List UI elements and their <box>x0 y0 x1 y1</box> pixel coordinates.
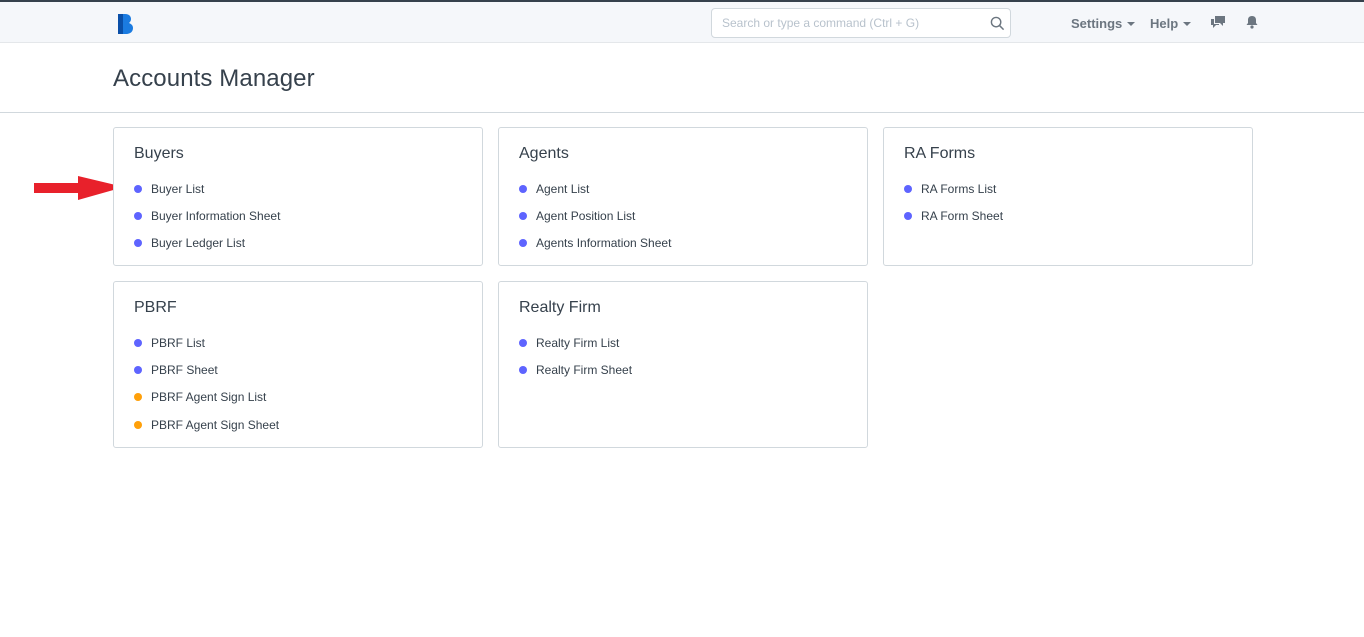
link-label: PBRF Agent Sign Sheet <box>151 417 280 432</box>
link-label: Agents Information Sheet <box>536 236 672 250</box>
link-agents-information-sheet[interactable]: Agents Information Sheet <box>519 234 671 261</box>
link-buyer-list[interactable]: Buyer List <box>134 180 280 207</box>
bell-icon[interactable] <box>1246 15 1258 29</box>
card-title: PBRF <box>134 299 177 316</box>
status-dot <box>519 366 527 374</box>
link-label: PBRF List <box>151 336 206 350</box>
card-buyers: Buyers Buyer List Buyer Information Shee… <box>113 127 483 266</box>
link-buyer-ledger-list[interactable]: Buyer Ledger List <box>134 234 280 261</box>
link-label: PBRF Sheet <box>151 363 218 377</box>
chat-icon[interactable] <box>1210 15 1226 29</box>
card-links: PBRF List PBRF Sheet PBRF Agent Sign Lis… <box>134 334 279 443</box>
card-title: RA Forms <box>904 145 976 162</box>
page-header: Accounts Manager <box>0 43 1364 113</box>
status-dot <box>134 212 142 220</box>
card-realty-firm: Realty Firm Realty Firm List Realty Firm… <box>498 281 868 448</box>
link-realty-firm-sheet[interactable]: Realty Firm Sheet <box>519 361 632 388</box>
link-label: Agent List <box>536 182 590 196</box>
status-dot <box>134 420 142 429</box>
help-dropdown[interactable]: Help <box>1150 16 1192 31</box>
link-ra-form-sheet[interactable]: RA Form Sheet <box>904 207 1003 234</box>
link-ra-forms-list[interactable]: RA Forms List <box>904 180 1003 207</box>
link-label: Realty Firm List <box>536 336 620 350</box>
status-dot <box>519 185 527 193</box>
card-title: Agents <box>519 145 569 162</box>
card-links: RA Forms List RA Form Sheet <box>904 180 1003 234</box>
status-dot <box>134 393 142 401</box>
link-label: Buyer List <box>151 182 205 196</box>
status-dot <box>904 185 912 193</box>
card-agents: Agents Agent List Agent Position List Ag… <box>498 127 868 266</box>
help-label: Help <box>1150 16 1179 31</box>
status-dot <box>904 212 912 220</box>
chevron-down-icon <box>1127 22 1136 26</box>
search-icon[interactable] <box>990 16 1005 31</box>
card-title: Realty Firm <box>519 299 601 316</box>
app-logo-icon[interactable] <box>116 13 136 35</box>
status-dot <box>519 339 527 347</box>
search-box <box>711 8 1011 38</box>
status-dot <box>519 212 527 220</box>
page-title: Accounts Manager <box>113 65 315 92</box>
link-realty-firm-list[interactable]: Realty Firm List <box>519 334 632 361</box>
link-label: RA Forms List <box>921 182 997 196</box>
settings-label: Settings <box>1071 16 1123 31</box>
link-pbrf-sheet[interactable]: PBRF Sheet <box>134 361 279 388</box>
card-title: Buyers <box>134 145 184 162</box>
link-agent-position-list[interactable]: Agent Position List <box>519 207 671 234</box>
card-pbrf: PBRF PBRF List PBRF Sheet PBRF Agent Sig… <box>113 281 483 448</box>
link-pbrf-agent-sign-sheet[interactable]: PBRF Agent Sign Sheet <box>134 415 279 443</box>
card-links: Buyer List Buyer Information Sheet Buyer… <box>134 180 280 261</box>
status-dot <box>134 366 142 374</box>
card-ra-forms: RA Forms RA Forms List RA Form Sheet <box>883 127 1253 266</box>
link-pbrf-agent-sign-list[interactable]: PBRF Agent Sign List <box>134 388 279 415</box>
link-label: Buyer Ledger List <box>151 236 246 250</box>
status-dot <box>134 239 142 247</box>
search-input[interactable] <box>712 9 982 37</box>
link-label: RA Form Sheet <box>921 209 1004 223</box>
link-label: PBRF Agent Sign List <box>151 390 267 404</box>
card-links: Agent List Agent Position List Agents In… <box>519 180 671 261</box>
link-agent-list[interactable]: Agent List <box>519 180 671 207</box>
status-dot <box>134 185 142 193</box>
link-label: Buyer Information Sheet <box>151 209 281 223</box>
status-dot <box>134 339 142 347</box>
chevron-down-icon <box>1183 22 1192 26</box>
settings-dropdown[interactable]: Settings <box>1071 16 1136 31</box>
link-label: Agent Position List <box>536 209 636 223</box>
card-links: Realty Firm List Realty Firm Sheet <box>519 334 632 388</box>
link-buyer-information-sheet[interactable]: Buyer Information Sheet <box>134 207 280 234</box>
link-label: Realty Firm Sheet <box>536 363 633 377</box>
navbar: Settings Help <box>0 0 1364 43</box>
link-pbrf-list[interactable]: PBRF List <box>134 334 279 361</box>
status-dot <box>519 239 527 247</box>
